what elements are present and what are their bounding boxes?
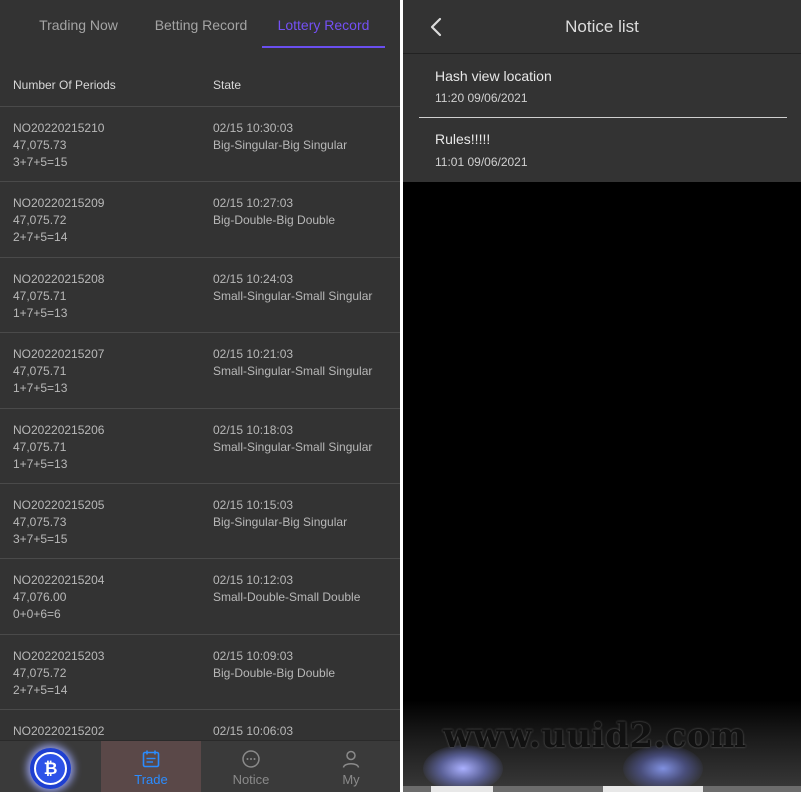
column-header-periods: Number Of Periods bbox=[13, 78, 116, 92]
period-state: Big-Singular-Big Singular bbox=[213, 138, 348, 152]
active-tab-indicator bbox=[262, 46, 385, 48]
period-number: NO20220215207 bbox=[13, 347, 105, 362]
period-sum: 1+7+5=13 bbox=[13, 305, 68, 320]
period-number: NO20220215208 bbox=[13, 271, 105, 286]
notice-list-screen: Notice list Hash view location 11:20 09/… bbox=[403, 0, 801, 792]
lottery-record-screen: Trading Now Betting Record Lottery Recor… bbox=[0, 0, 400, 792]
lottery-record-list: NO20220215210 47,075.73 3+7+5=15 02/15 10:… bbox=[0, 107, 400, 786]
period-number: NO20220215203 bbox=[13, 648, 105, 663]
nav-my-label: My bbox=[342, 772, 360, 787]
period-number: NO20220215205 bbox=[13, 497, 105, 512]
table-row[interactable]: NO20220215207 47,075.71 1+7+5=13 02/15 10:… bbox=[0, 333, 400, 409]
period-time: 02/15 10:18:03 bbox=[213, 422, 294, 437]
period-state: Big-Singular-Big Singular bbox=[213, 514, 348, 529]
period-time: 02/15 10:21:03 bbox=[213, 347, 294, 362]
user-icon bbox=[342, 750, 360, 768]
notice-title: Rules!!!!! bbox=[435, 131, 491, 147]
table-row[interactable]: NO20220215210 47,075.73 3+7+5=15 02/15 10:… bbox=[0, 107, 400, 183]
bitcoin-logo-button[interactable]: ₿ bbox=[30, 748, 71, 789]
table-row[interactable]: NO20220215205 47,075.73 3+7+5=15 02/15 10:… bbox=[0, 484, 400, 560]
period-sum: 2+7+5=14 bbox=[13, 682, 68, 697]
nav-notice[interactable]: Notice bbox=[201, 741, 301, 792]
period-number: NO20220215209 bbox=[13, 196, 105, 211]
period-number: NO20220215206 bbox=[13, 422, 105, 437]
period-sum: 1+7+5=13 bbox=[13, 456, 68, 471]
period-sum: 3+7+5=15 bbox=[13, 155, 68, 169]
column-header-state: State bbox=[213, 78, 242, 92]
period-number: NO20220215210 bbox=[13, 121, 105, 135]
period-state: Big-Double-Big Double bbox=[213, 665, 336, 680]
period-value: 47,075.73 bbox=[13, 514, 67, 529]
table-row[interactable]: NO20220215209 47,075.72 2+7+5=14 02/15 10:… bbox=[0, 182, 400, 258]
watermark-text: www.uuid2.com bbox=[443, 716, 747, 756]
period-time: 02/15 10:06:03 bbox=[213, 724, 294, 739]
table-row[interactable]: NO20220215208 47,075.71 1+7+5=13 02/15 10:… bbox=[0, 258, 400, 334]
notice-title: Hash view location bbox=[435, 68, 552, 84]
period-time: 02/15 10:12:03 bbox=[213, 573, 294, 588]
table-row[interactable]: NO20220215206 47,075.71 1+7+5=13 02/15 10:… bbox=[0, 409, 400, 484]
tab-trading-now[interactable]: Trading Now bbox=[15, 0, 142, 50]
table-row[interactable]: NO20220215204 47,076.00 0+0+6=6 02/15 10:1… bbox=[0, 559, 400, 635]
notice-item-hash-view[interactable]: Hash view location 11:20 09/06/2021 bbox=[403, 54, 801, 117]
notice-item-rules[interactable]: Rules!!!!! 11:01 09/06/2021 bbox=[403, 118, 801, 182]
back-chevron-icon[interactable] bbox=[425, 15, 449, 39]
period-time: 02/15 10:24:03 bbox=[213, 271, 294, 286]
period-value: 47,076.00 bbox=[13, 590, 67, 605]
notice-header: Notice list bbox=[403, 0, 801, 54]
period-state: Small-Singular-Small Singular bbox=[213, 439, 373, 454]
nav-my[interactable]: My bbox=[301, 741, 400, 792]
bottom-nav: ₿ Trade Notice My bbox=[0, 740, 400, 792]
tab-bar: Trading Now Betting Record Lottery Recor… bbox=[0, 0, 400, 52]
watermark-bar bbox=[403, 786, 801, 792]
notice-list: Hash view location 11:20 09/06/2021 Rule… bbox=[403, 54, 801, 182]
period-state: Small-Singular-Small Singular bbox=[213, 364, 373, 379]
tab-lottery-record[interactable]: Lottery Record bbox=[262, 0, 385, 50]
tab-betting-record[interactable]: Betting Record bbox=[140, 0, 262, 50]
period-value: 47,075.71 bbox=[13, 364, 67, 379]
nav-notice-label: Notice bbox=[232, 772, 270, 787]
notice-time: 11:20 09/06/2021 bbox=[435, 91, 528, 105]
nav-trade[interactable]: Trade bbox=[101, 741, 201, 792]
period-state: Big-Double-Big Double bbox=[213, 213, 336, 228]
period-state: Small-Singular-Small Singular bbox=[213, 288, 373, 303]
period-sum: 0+0+6=6 bbox=[13, 607, 61, 622]
period-time: 02/15 10:09:03 bbox=[213, 648, 294, 663]
period-number: NO20220215202 bbox=[13, 724, 105, 739]
bitcoin-icon: ₿ bbox=[34, 752, 67, 785]
period-number: NO20220215204 bbox=[13, 573, 105, 588]
period-time: 02/15 10:15:03 bbox=[213, 497, 294, 512]
period-sum: 3+7+5=15 bbox=[13, 531, 68, 546]
period-sum: 2+7+5=14 bbox=[13, 230, 68, 245]
period-value: 47,075.73 bbox=[13, 138, 67, 152]
calendar-icon bbox=[142, 750, 160, 768]
table-row[interactable]: NO20220215203 47,075.72 2+7+5=14 02/15 10:… bbox=[0, 635, 400, 711]
nav-trade-label: Trade bbox=[134, 772, 168, 787]
period-state: Small-Double-Small Double bbox=[213, 590, 361, 605]
period-time: 02/15 10:30:03 bbox=[213, 121, 294, 135]
period-value: 47,075.72 bbox=[13, 665, 67, 680]
period-value: 47,075.71 bbox=[13, 288, 67, 303]
notice-time: 11:01 09/06/2021 bbox=[435, 155, 528, 169]
period-value: 47,075.71 bbox=[13, 439, 67, 454]
table-header: Number Of Periods State bbox=[0, 52, 400, 107]
period-sum: 1+7+5=13 bbox=[13, 381, 68, 396]
period-value: 47,075.72 bbox=[13, 213, 67, 228]
period-time: 02/15 10:27:03 bbox=[213, 196, 294, 211]
page-title: Notice list bbox=[565, 17, 639, 36]
chat-bubble-icon bbox=[242, 750, 260, 768]
